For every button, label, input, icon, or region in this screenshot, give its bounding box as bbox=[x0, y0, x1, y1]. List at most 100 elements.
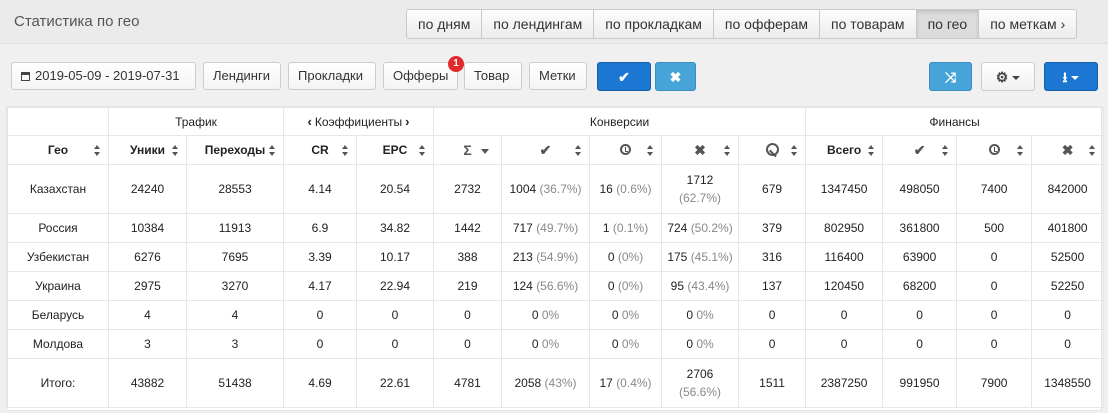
cell-cr: 0 bbox=[283, 300, 357, 330]
tab-by-days[interactable]: по дням bbox=[406, 9, 483, 39]
export-dropdown-button[interactable]: ⭳ bbox=[1044, 62, 1098, 91]
cell-clicks: 3 bbox=[186, 329, 284, 359]
col-cr[interactable]: CR bbox=[283, 135, 357, 165]
caret-down-icon bbox=[1071, 76, 1080, 80]
cell-cr: 4.17 bbox=[283, 271, 357, 301]
group-coefficients[interactable]: ‹ Коэффициенты › bbox=[282, 107, 435, 136]
table-row: Украина 2975 3270 4.17 22.94 219 124 (56.6%) 0 … bbox=[7, 271, 1105, 301]
sort-icon bbox=[419, 145, 426, 156]
group-coefficients-label: Коэффициенты bbox=[314, 115, 403, 129]
cell-value: 175 bbox=[667, 250, 688, 264]
cell-value: 0 bbox=[531, 337, 539, 351]
col-fin-total[interactable]: Всего bbox=[805, 135, 884, 165]
cell-hold: 1 (0.1%) bbox=[589, 213, 663, 243]
sort-icon bbox=[942, 145, 949, 156]
cell-rejected: 1712 (62.7%) bbox=[661, 164, 740, 214]
labels-filter-button[interactable]: Метки bbox=[529, 62, 587, 90]
shuffle-columns-button[interactable]: ⤨ bbox=[929, 62, 972, 91]
tab-by-products[interactable]: по товарам bbox=[820, 9, 917, 39]
cell-hold: 17 (0.4%) bbox=[589, 358, 663, 408]
col-unique-label: Уники bbox=[129, 143, 165, 157]
col-fin-approved[interactable]: ✔ bbox=[882, 135, 958, 165]
col-unique[interactable]: Уники bbox=[108, 135, 187, 165]
cell-trash: 679 bbox=[738, 164, 807, 214]
cell-epc: 22.61 bbox=[355, 358, 435, 408]
download-icon: ⭳ bbox=[1062, 69, 1068, 85]
cell-value: 1004 bbox=[509, 182, 537, 196]
table-total-row: Итого: 43882 51438 4.69 22.61 4781 2058 (43%) 1… bbox=[7, 358, 1105, 408]
chevron-right-icon[interactable]: › bbox=[405, 114, 409, 129]
reset-filters-button[interactable]: ✖ bbox=[655, 62, 696, 91]
cell-rejected: 2706 (56.6%) bbox=[661, 358, 740, 408]
col-fin-rejected[interactable]: ✖ bbox=[1031, 135, 1105, 165]
cell-geo: Итого: bbox=[7, 358, 109, 408]
calendar-icon bbox=[21, 72, 30, 81]
landings-filter-button[interactable]: Лендинги bbox=[203, 62, 281, 90]
apply-filters-button[interactable]: ✔ bbox=[597, 62, 651, 91]
close-icon: ✖ bbox=[1061, 141, 1074, 158]
cell-percent: (45.1%) bbox=[690, 250, 733, 264]
report-tabs: по дням по лендингам по прокладкам по оф… bbox=[406, 9, 1078, 39]
offers-filter-button[interactable]: Офферы 1 bbox=[383, 56, 464, 90]
cell-unique: 4 bbox=[108, 300, 187, 330]
cell-fin-total: 0 bbox=[805, 329, 884, 359]
cell-percent: 0% bbox=[541, 308, 560, 322]
shuffle-icon: ⤨ bbox=[944, 69, 957, 85]
cell-percent: (43.4%) bbox=[687, 279, 730, 293]
tab-by-offers[interactable]: по офферам bbox=[713, 9, 820, 39]
check-icon: ✔ bbox=[539, 141, 552, 158]
col-fin-hold[interactable] bbox=[956, 135, 1033, 165]
col-geo[interactable]: Гео bbox=[7, 135, 109, 165]
column-headers-row: Гео Уники Переходы CR EPC Σ ✔ ✖ Всего ✔ … bbox=[7, 135, 1105, 165]
cell-unique: 6276 bbox=[108, 242, 187, 272]
cell-rejected: 724 (50.2%) bbox=[661, 213, 740, 243]
tab-by-landings[interactable]: по лендингам bbox=[482, 9, 595, 39]
tab-by-geo[interactable]: по гео bbox=[916, 9, 980, 39]
cell-fin-hold: 0 bbox=[956, 329, 1033, 359]
product-filter-button[interactable]: Товар bbox=[464, 62, 522, 90]
cell-sum: 2732 bbox=[433, 164, 503, 214]
cell-fin-rejected: 842000 bbox=[1031, 164, 1105, 214]
sort-icon bbox=[94, 145, 100, 156]
cell-value: 124 bbox=[512, 279, 533, 293]
cell-fin-hold: 0 bbox=[956, 300, 1033, 330]
close-icon: ✖ bbox=[669, 69, 682, 85]
col-approved[interactable]: ✔ bbox=[501, 135, 591, 165]
cell-sum: 219 bbox=[433, 271, 503, 301]
cell-rejected: 0 0% bbox=[661, 329, 740, 359]
cell-geo: Узбекистан bbox=[7, 242, 109, 272]
date-range-picker[interactable]: 2019-05-09 - 2019-07-31 bbox=[11, 62, 196, 90]
cell-fin-rejected: 401800 bbox=[1031, 213, 1105, 243]
cell-percent: (56.6%) bbox=[536, 279, 579, 293]
col-rejected[interactable]: ✖ bbox=[661, 135, 740, 165]
cell-unique: 43882 bbox=[108, 358, 187, 408]
prelandings-filter-button[interactable]: Прокладки bbox=[288, 62, 376, 90]
cell-fin-approved: 63900 bbox=[882, 242, 958, 272]
sort-icon bbox=[1017, 145, 1024, 156]
col-clicks[interactable]: Переходы bbox=[186, 135, 284, 165]
cell-sum: 388 bbox=[433, 242, 503, 272]
cell-sum: 4781 bbox=[433, 358, 503, 408]
col-hold[interactable] bbox=[589, 135, 663, 165]
page-header: Статистика по гео по дням по лендингам п… bbox=[0, 0, 1108, 44]
cell-sum: 0 bbox=[433, 329, 503, 359]
cell-trash: 0 bbox=[738, 300, 807, 330]
cell-hold: 0 0% bbox=[589, 329, 663, 359]
cell-approved: 1004 (36.7%) bbox=[501, 164, 591, 214]
cell-clicks: 3270 bbox=[186, 271, 284, 301]
col-total-conversions[interactable]: Σ bbox=[433, 135, 503, 165]
cell-epc: 10.17 bbox=[355, 242, 435, 272]
cell-percent: (0.4%) bbox=[616, 376, 652, 390]
tab-by-prelandings[interactable]: по прокладкам bbox=[594, 9, 714, 39]
tab-by-labels[interactable]: по меткам › bbox=[979, 9, 1078, 39]
cell-fin-rejected: 0 bbox=[1031, 329, 1105, 359]
sort-icon bbox=[791, 145, 798, 156]
cell-percent: (0.6%) bbox=[616, 182, 652, 196]
chevron-left-icon[interactable]: ‹ bbox=[308, 114, 312, 129]
cell-unique: 24240 bbox=[108, 164, 187, 214]
col-epc[interactable]: EPC bbox=[355, 135, 435, 165]
col-trash[interactable] bbox=[738, 135, 807, 165]
cell-epc: 22.94 bbox=[355, 271, 435, 301]
settings-dropdown-button[interactable]: ⚙ bbox=[981, 62, 1035, 91]
cell-trash: 316 bbox=[738, 242, 807, 272]
